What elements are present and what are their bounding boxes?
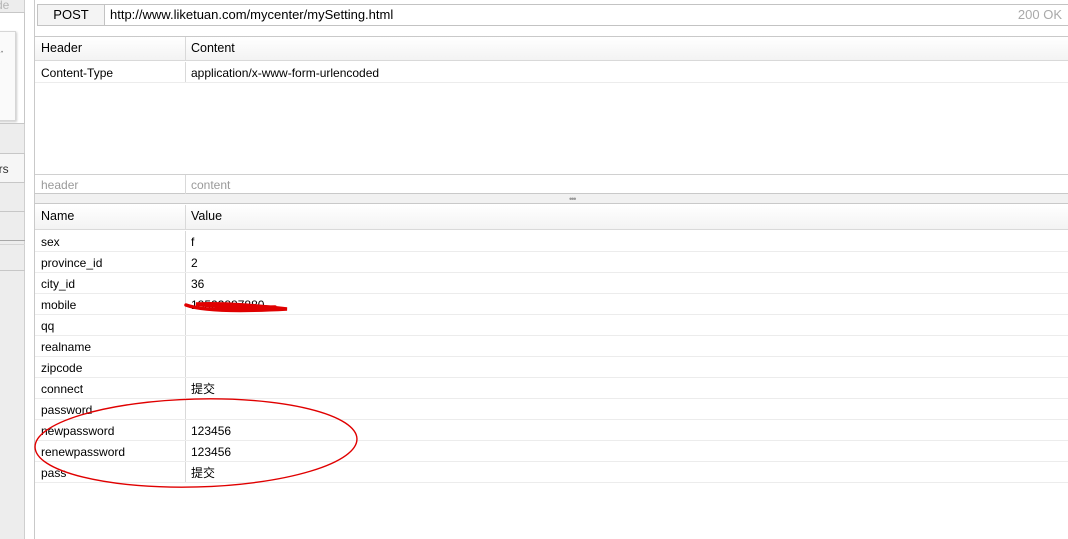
header-value-cell[interactable]: application/x-www-form-urlencoded bbox=[191, 62, 379, 84]
param-name-cell[interactable]: renewpassword bbox=[41, 441, 125, 463]
params-table-header: Name Value bbox=[35, 205, 1068, 230]
column-divider[interactable] bbox=[185, 37, 186, 60]
param-row[interactable]: newpassword 123456 bbox=[35, 420, 1068, 441]
param-row[interactable]: province_id 2 bbox=[35, 252, 1068, 273]
param-row[interactable]: connect 提交 bbox=[35, 378, 1068, 399]
paper-icon: ·• bbox=[0, 31, 16, 121]
header-name-cell[interactable]: Content-Type bbox=[41, 62, 113, 84]
grip-icon: ••• bbox=[569, 194, 577, 204]
left-side-pane: de ·• ers bbox=[0, 0, 25, 539]
column-header-content[interactable]: Content bbox=[191, 37, 235, 60]
column-divider bbox=[185, 336, 186, 356]
header-row[interactable]: Content-Type application/x-www-form-urle… bbox=[35, 62, 1068, 83]
divider bbox=[0, 270, 25, 271]
param-row[interactable]: password bbox=[35, 399, 1068, 420]
param-name-cell[interactable]: city_id bbox=[41, 273, 75, 295]
param-name-cell[interactable]: sex bbox=[41, 231, 60, 253]
request-line: POST http://www.liketuan.com/mycenter/my… bbox=[35, 4, 1068, 26]
param-value-cell[interactable]: 18523887880 bbox=[191, 294, 264, 316]
column-divider bbox=[185, 231, 186, 251]
divider bbox=[0, 244, 25, 245]
param-row[interactable]: pass 提交 bbox=[35, 462, 1068, 483]
column-header-name[interactable]: Name bbox=[41, 205, 74, 228]
param-name-cell[interactable]: mobile bbox=[41, 294, 76, 316]
column-divider bbox=[185, 273, 186, 293]
divider bbox=[0, 211, 25, 212]
method-select[interactable]: POST bbox=[37, 4, 105, 26]
paper-text: ·• bbox=[0, 50, 4, 56]
param-row[interactable]: qq bbox=[35, 315, 1068, 336]
param-value-cell[interactable]: f bbox=[191, 231, 194, 253]
param-name-cell[interactable]: newpassword bbox=[41, 420, 114, 442]
headers-table: Header Content Content-Type application/… bbox=[35, 36, 1068, 194]
column-divider bbox=[185, 462, 186, 482]
column-divider bbox=[185, 420, 186, 440]
param-name-cell[interactable]: pass bbox=[41, 462, 66, 484]
new-header-value-input[interactable]: content bbox=[191, 175, 230, 195]
url-input[interactable]: http://www.liketuan.com/mycenter/mySetti… bbox=[105, 4, 1068, 26]
new-header-name-input[interactable]: header bbox=[41, 175, 78, 195]
param-value-cell[interactable]: 123456 bbox=[191, 420, 231, 442]
param-name-cell[interactable]: realname bbox=[41, 336, 91, 358]
param-value-cell[interactable]: 2 bbox=[191, 252, 198, 274]
param-value-cell[interactable]: 提交 bbox=[191, 462, 215, 484]
divider bbox=[0, 240, 25, 241]
request-editor-panel: POST http://www.liketuan.com/mycenter/my… bbox=[34, 0, 1068, 539]
left-tab-label: ers bbox=[0, 162, 9, 176]
column-divider bbox=[185, 378, 186, 398]
new-header-row[interactable]: header content bbox=[35, 174, 1068, 194]
pane-splitter[interactable]: ••• bbox=[35, 194, 1068, 204]
column-divider bbox=[185, 252, 186, 272]
param-row[interactable]: sex f bbox=[35, 231, 1068, 252]
column-divider bbox=[185, 62, 186, 82]
param-value-cell[interactable]: 123456 bbox=[191, 441, 231, 463]
param-name-cell[interactable]: zipcode bbox=[41, 357, 82, 379]
url-text: http://www.liketuan.com/mycenter/mySetti… bbox=[110, 7, 394, 22]
param-row[interactable]: mobile 18523887880 bbox=[35, 294, 1068, 315]
status-label: 200 OK bbox=[1017, 7, 1062, 22]
param-name-cell[interactable]: qq bbox=[41, 315, 54, 337]
column-divider bbox=[185, 315, 186, 335]
param-name-cell[interactable]: province_id bbox=[41, 252, 102, 274]
param-name-cell[interactable]: password bbox=[41, 399, 92, 421]
column-divider bbox=[185, 294, 186, 314]
param-value-cell[interactable]: 36 bbox=[191, 273, 204, 295]
column-divider bbox=[185, 399, 186, 419]
column-divider[interactable] bbox=[185, 205, 186, 229]
left-faded-label: de bbox=[0, 0, 10, 12]
left-tab-headers[interactable]: ers bbox=[0, 153, 25, 183]
param-row[interactable]: city_id 36 bbox=[35, 273, 1068, 294]
column-divider bbox=[185, 175, 186, 194]
params-table: Name Value sex f province_id 2 city_id 36 mobi… bbox=[35, 205, 1068, 539]
param-row[interactable]: renewpassword 123456 bbox=[35, 441, 1068, 462]
column-header-header[interactable]: Header bbox=[41, 37, 82, 60]
param-value-cell[interactable]: 提交 bbox=[191, 378, 215, 400]
param-row[interactable]: zipcode bbox=[35, 357, 1068, 378]
column-header-value[interactable]: Value bbox=[191, 205, 222, 228]
left-preview-box: ·• bbox=[0, 12, 25, 124]
param-name-cell[interactable]: connect bbox=[41, 378, 83, 400]
column-divider bbox=[185, 357, 186, 377]
column-divider bbox=[185, 441, 186, 461]
param-row[interactable]: realname bbox=[35, 336, 1068, 357]
headers-table-header: Header Content bbox=[35, 37, 1068, 61]
